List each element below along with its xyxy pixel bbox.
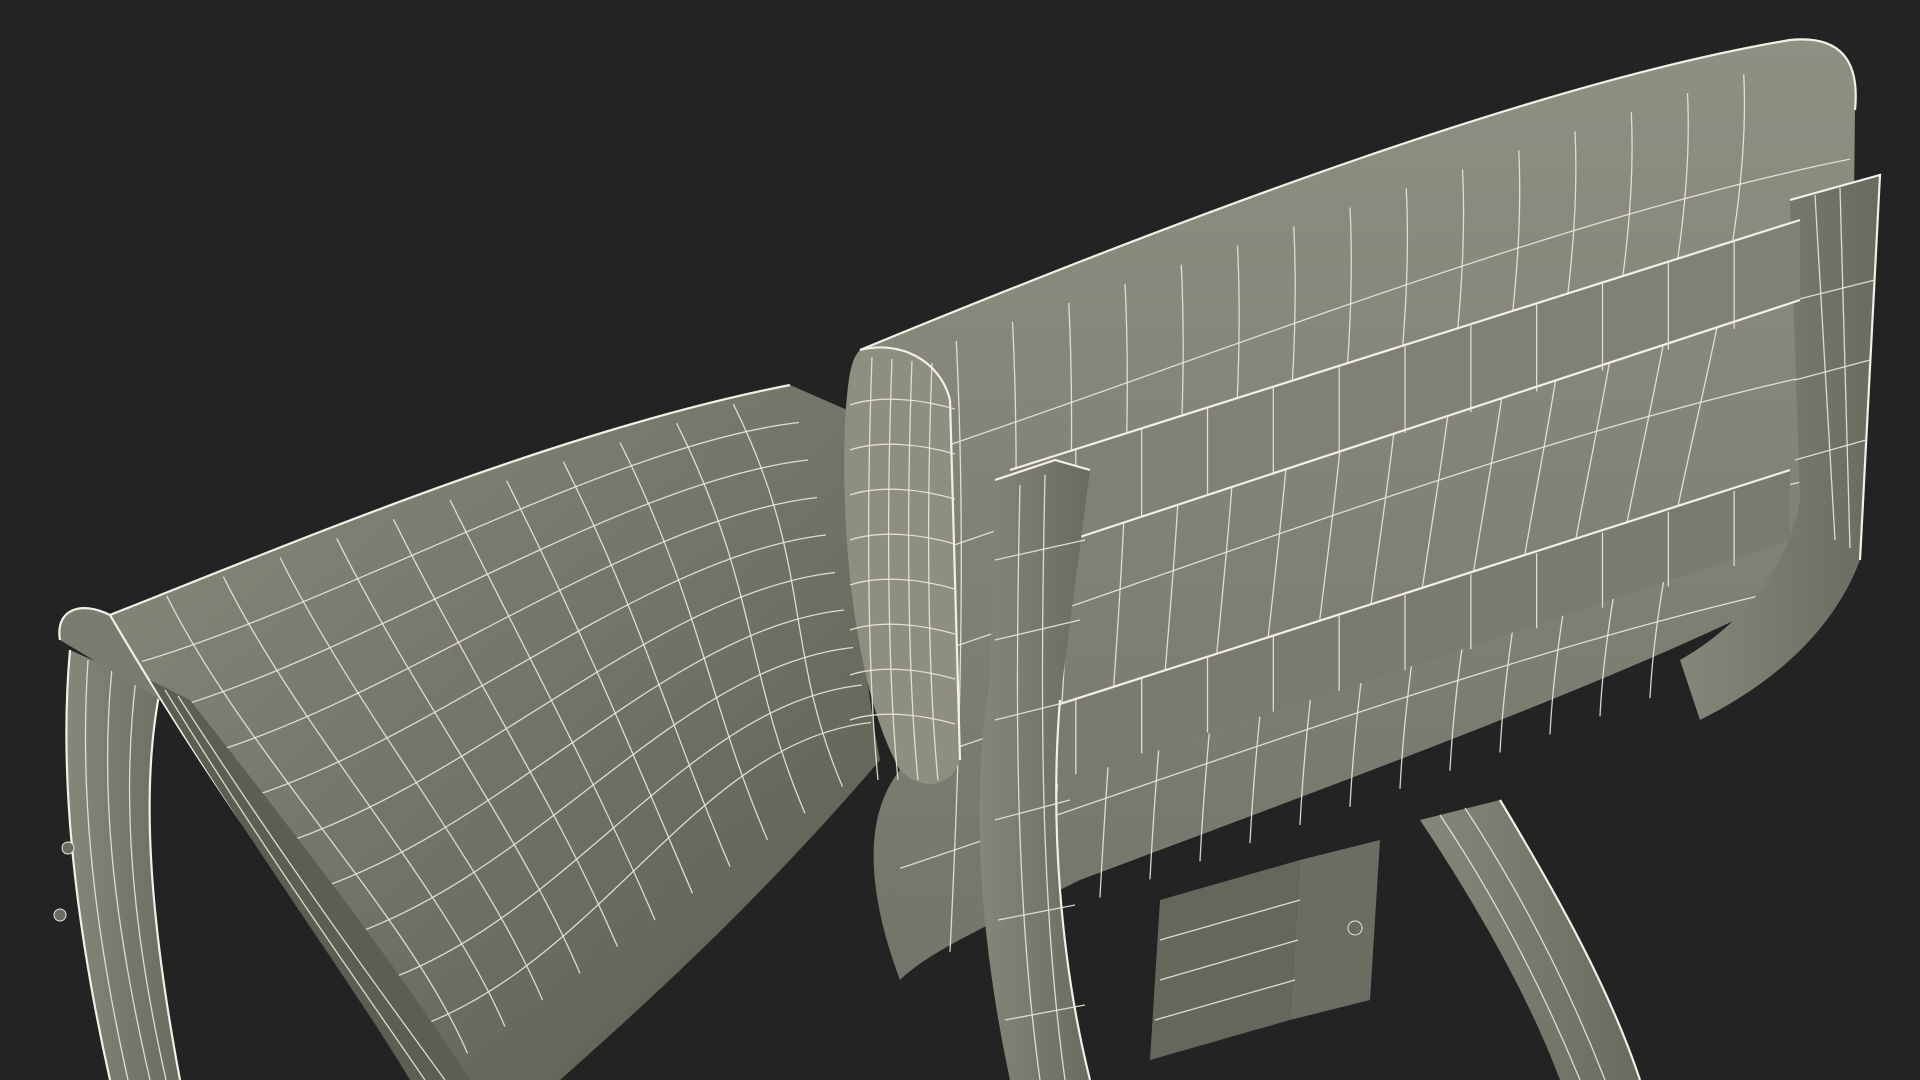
chair-model (53, 38, 1882, 1080)
viewport (0, 0, 1920, 1080)
seat-bracket (1150, 840, 1380, 1060)
left-frame-rail (53, 649, 182, 1080)
rocker-base-right (1420, 799, 1642, 1080)
seat-cushion (109, 383, 880, 1080)
